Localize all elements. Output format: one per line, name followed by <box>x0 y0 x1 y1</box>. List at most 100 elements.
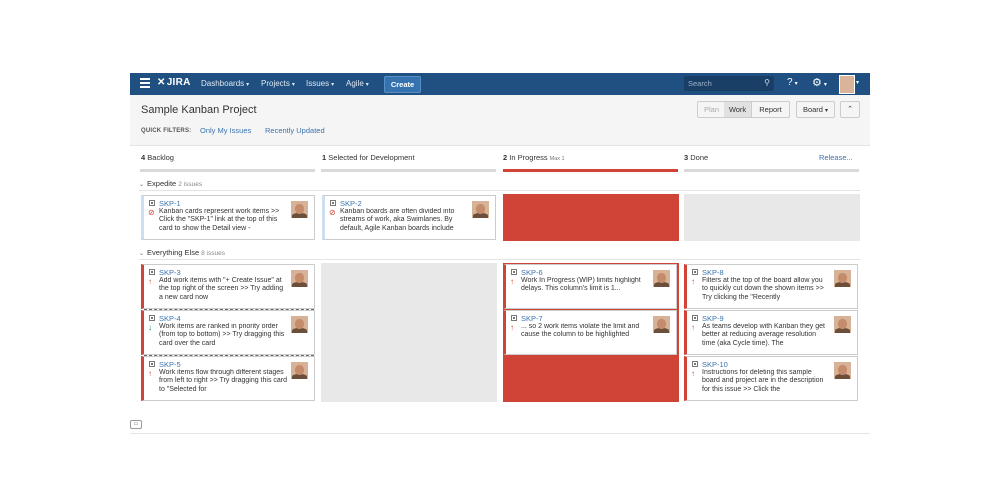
column-count: 3 <box>684 153 689 162</box>
column-cell-empty <box>684 194 860 241</box>
nav-menu-label: Projects <box>261 79 290 88</box>
major-priority-icon: ↑ <box>691 277 695 286</box>
work-mode-button[interactable]: Work <box>724 101 752 118</box>
nav-menu-label: Issues <box>306 79 330 88</box>
swimlane-name: Expedite <box>147 179 177 188</box>
column-count: 1 <box>322 153 327 162</box>
issue-key-link[interactable]: SKP-10 <box>702 360 728 369</box>
issue-key-link[interactable]: SKP-9 <box>702 314 724 323</box>
nav-menu-issues[interactable]: Issues ▾ <box>306 79 334 88</box>
issue-key-link[interactable]: SKP-5 <box>159 360 181 369</box>
gear-icon[interactable]: ⚙ ▾ <box>812 76 827 89</box>
issue-key-link[interactable]: SKP-3 <box>159 268 181 277</box>
plan-mode-button[interactable]: Plan <box>697 101 726 118</box>
chevron-down-icon: ▾ <box>291 82 295 88</box>
issue-card-skp-2[interactable]: SKP-2 ⊘ Kanban boards are often divided … <box>322 195 496 240</box>
issue-card-skp-1[interactable]: SKP-1 ⊘ Kanban cards represent work item… <box>141 195 315 240</box>
board-menu-button[interactable]: Board ▾ <box>796 101 835 118</box>
column-cell-empty <box>321 263 497 402</box>
create-issue-button[interactable]: Create <box>384 76 421 93</box>
issue-card-skp-5[interactable]: SKP-5 ↑ Work items flow through differen… <box>141 356 315 401</box>
chevron-down-icon: ▾ <box>365 82 369 88</box>
collapse-header-icon[interactable]: ⌃ <box>840 101 860 118</box>
major-priority-icon: ↑ <box>510 277 514 286</box>
nav-menu-projects[interactable]: Projects ▾ <box>261 79 295 88</box>
issue-card-skp-6[interactable]: SKP-6 ↑ Work In Progress (WIP) limits hi… <box>503 264 677 309</box>
issue-key-link[interactable]: SKP-1 <box>159 199 181 208</box>
assignee-avatar <box>834 362 851 379</box>
board-header: Sample Kanban Project QUICK FILTERS: Onl… <box>130 95 870 146</box>
issue-key-link[interactable]: SKP-8 <box>702 268 724 277</box>
footer-divider <box>130 433 870 434</box>
chevron-down-icon: ⌄ <box>139 251 145 257</box>
swimlane-count: 2 issues <box>178 181 203 188</box>
swimlane-header-expedite[interactable]: ⌄ Expedite 2 issues <box>139 179 202 188</box>
nav-menu-agile[interactable]: Agile ▾ <box>346 79 369 88</box>
jira-app: ✕JIRA Dashboards ▾ Projects ▾ Issues ▾ Agil… <box>130 73 870 435</box>
nav-menu-dashboards[interactable]: Dashboards ▾ <box>201 79 249 88</box>
jira-mark-icon: ✕ <box>157 77 166 88</box>
task-type-icon <box>330 200 336 206</box>
assignee-avatar <box>291 316 308 333</box>
column-underline <box>684 169 859 172</box>
release-link[interactable]: Release... <box>819 153 853 162</box>
assignee-avatar <box>834 316 851 333</box>
task-type-icon <box>149 200 155 206</box>
task-type-icon <box>511 315 517 321</box>
column-underline <box>140 169 315 172</box>
quick-filter-recently-updated[interactable]: Recently Updated <box>265 126 325 135</box>
swimlane-header-everything-else[interactable]: ⌄ Everything Else 8 issues <box>139 248 225 257</box>
issue-card-skp-3[interactable]: SKP-3 ↑ Add work items with "+ Create Is… <box>141 264 315 310</box>
task-type-icon <box>149 315 155 321</box>
swimlane-divider <box>139 259 860 260</box>
issue-card-skp-7[interactable]: SKP-7 ↑ ... so 2 work items violate the … <box>503 310 677 355</box>
task-type-icon <box>692 315 698 321</box>
assignee-avatar <box>472 201 489 218</box>
column-header-in-progress: 2 In Progress Max 1 <box>503 153 565 165</box>
major-priority-icon: ↑ <box>148 277 152 286</box>
issue-card-skp-8[interactable]: SKP-8 ↑ Filters at the top of the board … <box>684 264 858 309</box>
issue-key-link[interactable]: SKP-7 <box>521 314 543 323</box>
search-input[interactable] <box>688 77 758 90</box>
issue-card-skp-9[interactable]: SKP-9 ↑ As teams develop with Kanban the… <box>684 310 858 355</box>
blocker-priority-icon: ⊘ <box>148 208 155 217</box>
issue-key-link[interactable]: SKP-6 <box>521 268 543 277</box>
column-name: Selected for Development <box>328 153 415 162</box>
column-name: Backlog <box>147 153 174 162</box>
issue-summary: Instructions for deleting this sample bo… <box>702 369 824 393</box>
report-mode-button[interactable]: Report <box>752 101 790 118</box>
blocker-priority-icon: ⊘ <box>329 208 336 217</box>
minor-priority-icon: ↓ <box>148 323 152 332</box>
search-icon[interactable]: ⚲ <box>764 78 770 87</box>
task-type-icon <box>149 361 155 367</box>
board-menu-label: Board <box>802 105 823 114</box>
chevron-down-icon[interactable]: ▾ <box>856 79 859 86</box>
jira-logo-text: JIRA <box>166 77 191 88</box>
quick-filter-only-my-issues[interactable]: Only My Issues <box>200 126 251 135</box>
chevron-down-icon: ▾ <box>825 108 829 114</box>
column-header-backlog: 4 Backlog <box>141 153 174 165</box>
keyboard-shortcuts-icon[interactable]: ▭ <box>130 420 142 429</box>
issue-key-link[interactable]: SKP-4 <box>159 314 181 323</box>
quick-filters-label: QUICK FILTERS: <box>141 128 192 134</box>
column-wip-max: Max 1 <box>549 156 565 162</box>
major-priority-icon: ↑ <box>510 323 514 332</box>
issue-summary: Kanban boards are often divided into str… <box>340 208 455 232</box>
user-avatar[interactable] <box>839 75 855 94</box>
major-priority-icon: ↑ <box>148 369 152 378</box>
issue-key-link[interactable]: SKP-2 <box>340 199 362 208</box>
assignee-avatar <box>834 270 851 287</box>
issue-card-skp-10[interactable]: SKP-10 ↑ Instructions for deleting this … <box>684 356 858 401</box>
help-icon[interactable]: ? ▾ <box>787 77 798 88</box>
hamburger-menu-icon[interactable] <box>140 78 150 90</box>
assignee-avatar <box>291 270 308 287</box>
jira-logo[interactable]: ✕JIRA <box>157 77 191 88</box>
issue-summary: Work items are ranked in priority order … <box>159 323 285 347</box>
issue-card-skp-4[interactable]: SKP-4 ↓ Work items are ranked in priorit… <box>141 310 315 356</box>
chevron-down-icon: ⌄ <box>139 182 145 188</box>
issue-summary: Work In Progress (WIP) limits highlight … <box>521 277 641 293</box>
top-navigation-bar: ✕JIRA Dashboards ▾ Projects ▾ Issues ▾ Agil… <box>130 73 870 95</box>
task-type-icon <box>511 269 517 275</box>
issue-summary: As teams develop with Kanban they get be… <box>702 323 825 347</box>
issue-summary: ... so 2 work items violate the limit an… <box>521 323 640 339</box>
